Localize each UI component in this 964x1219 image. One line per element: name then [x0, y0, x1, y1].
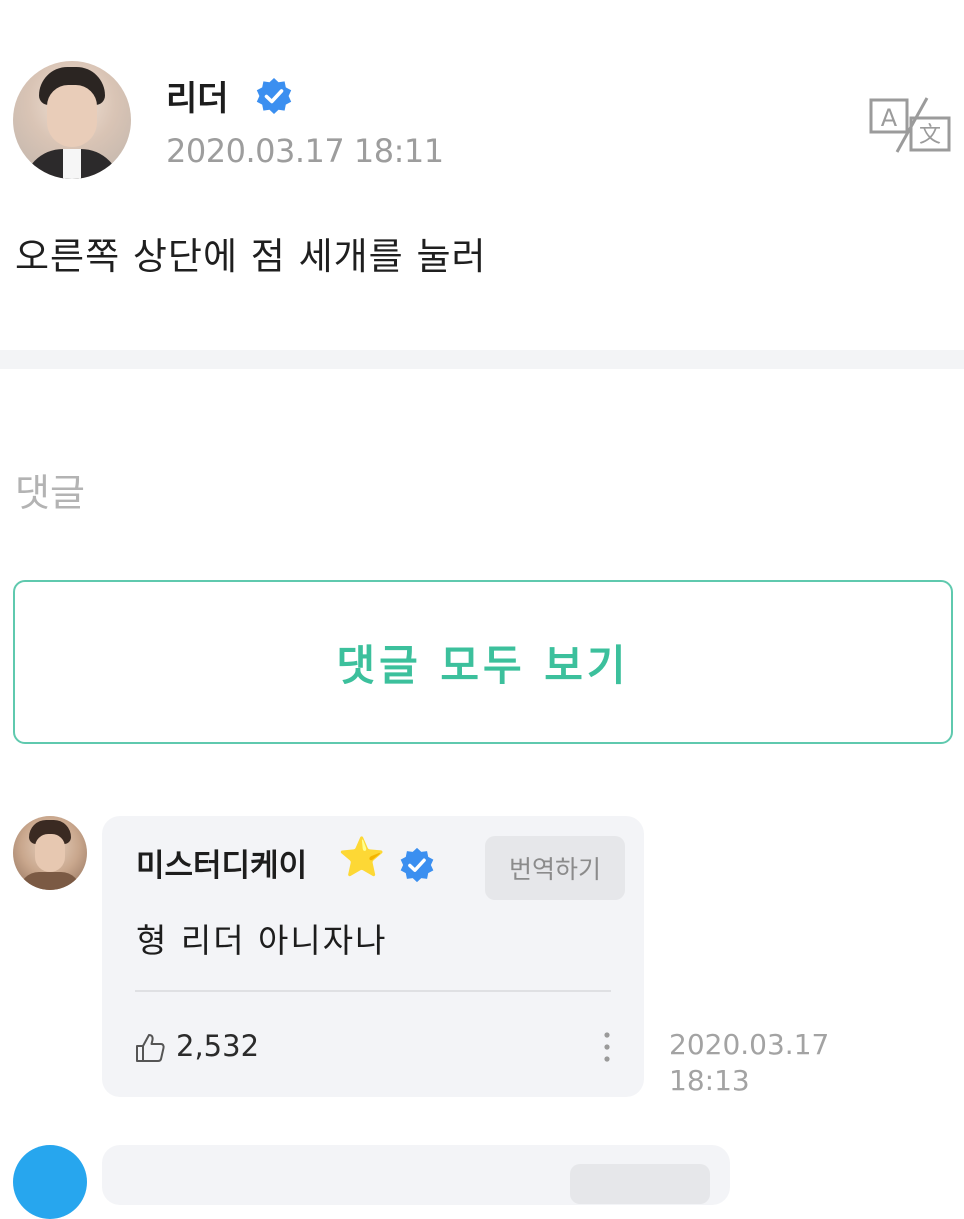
section-divider [0, 350, 964, 369]
thumbs-up-icon[interactable] [134, 1032, 166, 1064]
post-date: 2020.03.17 18:11 [166, 132, 444, 170]
comment-date: 2020.03.17 18:13 [669, 1027, 829, 1099]
svg-text:文: 文 [919, 123, 941, 148]
avatar-body [19, 872, 81, 890]
commenter-avatar[interactable] [13, 1145, 87, 1219]
comment-divider [135, 990, 611, 992]
comments-heading: 댓글 [15, 471, 85, 515]
comment-text: 형 리더 아니자나 [136, 921, 388, 960]
avatar-shirt [63, 149, 81, 179]
comment-date-day: 2020.03.17 [669, 1028, 830, 1061]
svg-text:A: A [881, 104, 898, 132]
commenter-avatar[interactable] [13, 816, 87, 890]
translate-comment-button[interactable]: 번역하기 [485, 836, 625, 900]
comment-date-time: 18:13 [669, 1064, 750, 1097]
author-avatar[interactable] [13, 61, 131, 179]
author-name[interactable]: 리더 [166, 71, 229, 120]
more-vertical-icon[interactable] [598, 1030, 616, 1064]
verified-badge-icon [256, 78, 292, 114]
avatar-face [35, 834, 65, 872]
verified-badge-icon [400, 847, 434, 883]
post-body-text: 오른쪽 상단에 점 세개를 눌러 [15, 235, 487, 278]
avatar-face [47, 85, 97, 147]
translate-icon[interactable]: A 文 [867, 96, 953, 154]
translate-comment-button[interactable] [570, 1164, 710, 1204]
view-all-comments-button[interactable]: 댓글 모두 보기 [13, 580, 953, 744]
like-count: 2,532 [176, 1029, 260, 1063]
star-icon: ⭐ [338, 835, 386, 879]
commenter-name[interactable]: 미스터디케이 [136, 840, 307, 885]
